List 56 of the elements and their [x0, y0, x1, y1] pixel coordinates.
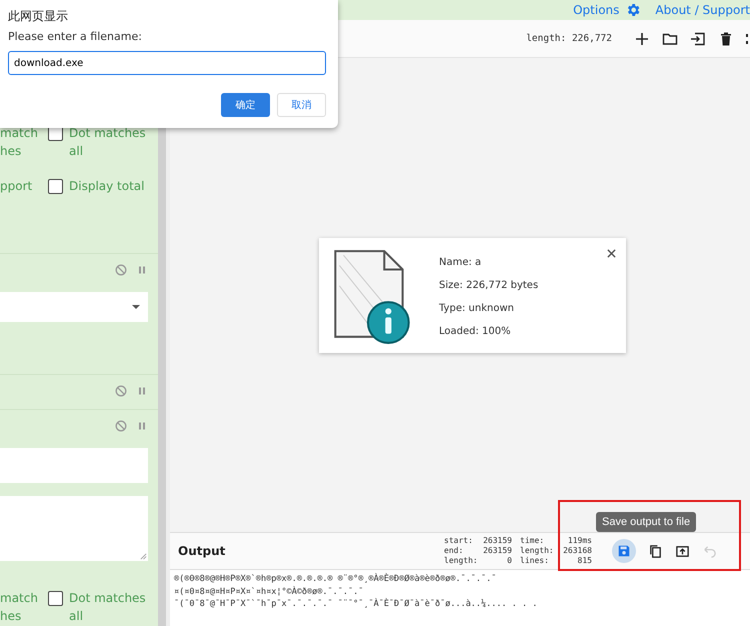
import-icon[interactable] — [690, 30, 706, 46]
stat-label: length: — [520, 546, 554, 556]
checkbox-label: Display total — [69, 178, 144, 196]
stat-value: 119ms — [568, 536, 592, 546]
option-label: match hes — [0, 125, 39, 160]
dialog-button[interactable]: 确定 — [221, 93, 270, 117]
stat-label: time: — [520, 536, 544, 546]
dialog-message: Please enter a filename: — [8, 30, 143, 45]
stat-value: 263159 — [483, 536, 512, 546]
dialog-title: 此网页显示 — [8, 8, 69, 25]
output-title: Output — [178, 544, 226, 558]
pause-icon[interactable] — [136, 264, 148, 276]
stat-value: 815 — [578, 556, 592, 566]
stat-label: start: — [444, 536, 473, 546]
file-info-text: Loaded: 100% — [439, 325, 512, 339]
file-info-text: Size: 226,772 bytes — [439, 279, 538, 293]
pause-icon[interactable] — [136, 385, 148, 398]
file-info-text: Type: unknown — [439, 302, 515, 316]
pause-icon[interactable] — [136, 420, 148, 432]
checkbox[interactable] — [48, 590, 63, 606]
checkbox-label: Dot matches all — [69, 125, 146, 160]
dialog-button[interactable]: 取消 — [277, 93, 326, 117]
settings-icon[interactable] — [625, 2, 642, 18]
disable-icon[interactable] — [115, 385, 127, 398]
disable-icon[interactable] — [115, 420, 127, 432]
stat-value: 263159 — [483, 546, 512, 556]
checkbox-label: Dot matches all — [69, 590, 146, 625]
close-icon[interactable] — [607, 249, 616, 258]
trash-icon[interactable] — [718, 30, 734, 46]
nav-link[interactable]: About / Support — [655, 3, 750, 17]
save-button[interactable] — [612, 539, 636, 563]
plus-icon[interactable] — [634, 30, 650, 46]
input-field[interactable] — [0, 448, 148, 483]
replace-input-icon[interactable] — [675, 544, 690, 558]
output-line: ¯(¯0¯8¯@¯H¯P¯X¯`¯h¯p¯x¯.¯.¯.¯.¯ ¯¨¯°¯¸¯À¯È¯Ð¯Ø¯à¯è¯ð¯ø...à..¼.... . . . — [174, 598, 538, 610]
disable-icon[interactable] — [115, 264, 127, 276]
stat-value: 263168 — [563, 546, 592, 556]
option-label: match hes — [0, 590, 39, 625]
output-line: ®(®0®8®@®H®P®X®`®h®p®x®.®.®.®.® ®¨®°®¸®À®È®Ð®Ø®à®è®ð®ø®.¯.¯.¯.¯ — [174, 573, 498, 586]
stat-value: 0 — [507, 556, 512, 566]
caret-icon — [132, 305, 140, 310]
save-icon — [617, 544, 631, 558]
resize-grip-icon — [140, 553, 147, 560]
checkbox[interactable] — [48, 179, 63, 194]
dropdown-field[interactable] — [0, 292, 148, 322]
tooltip: Save output to file — [596, 512, 696, 532]
stat-label: length: — [444, 556, 478, 566]
file-info-text: Name: a — [439, 256, 482, 270]
filename-field[interactable]: download.exe — [8, 51, 326, 75]
nav-link[interactable]: Options — [573, 3, 620, 17]
output-line: ¤(¤0¤8¤@¤H¤P¤X¤`¤h¤x¦°©À©ð®ø®.¯.¯.¯.¯ — [174, 586, 364, 598]
input-length: length: 226,772 — [526, 33, 612, 44]
stat-label: lines: — [520, 556, 549, 566]
copy-icon[interactable] — [648, 544, 663, 558]
stat-label: end: — [444, 546, 464, 556]
option-label: pport — [0, 178, 34, 196]
